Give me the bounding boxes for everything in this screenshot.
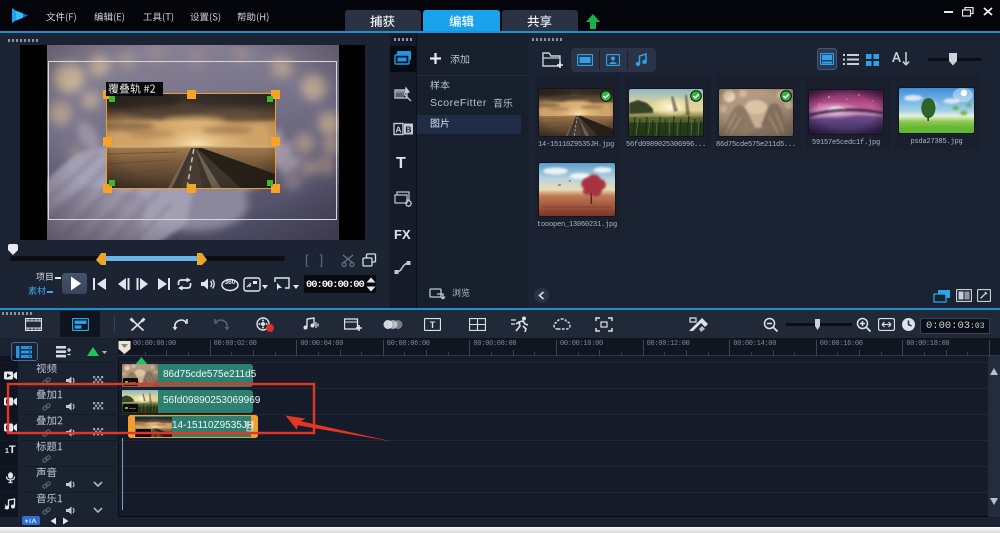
svg-text:360: 360 [225,279,236,286]
svg-text:B: B [405,125,411,135]
svg-text:A: A [395,125,401,135]
svg-text:T: T [430,320,436,330]
